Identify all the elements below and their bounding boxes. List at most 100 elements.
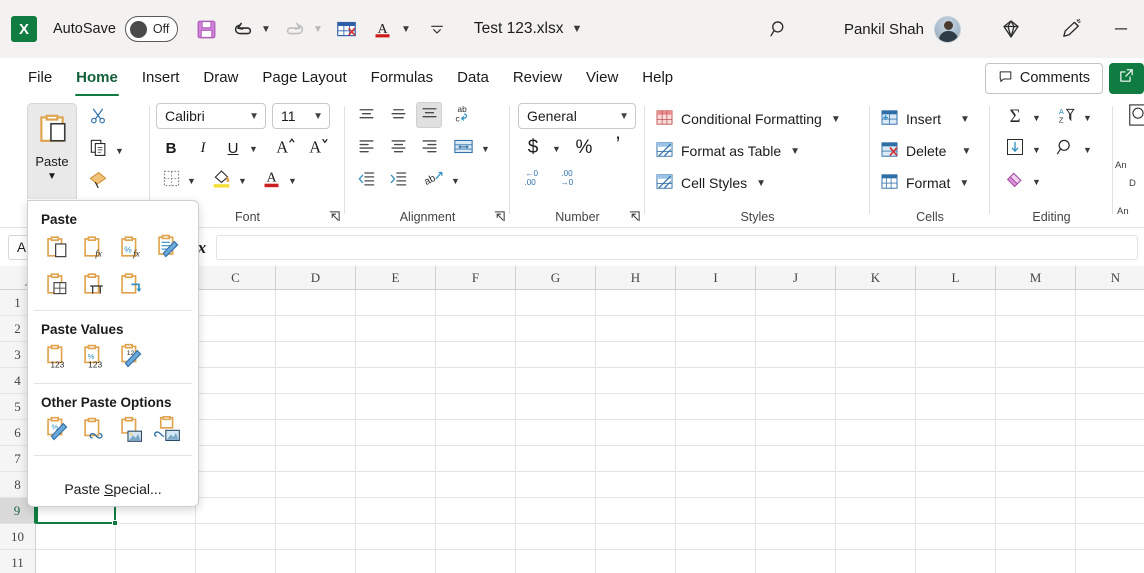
autosave-toggle[interactable]: Off bbox=[124, 16, 178, 42]
grid-cell[interactable] bbox=[1076, 498, 1144, 524]
grid-cell[interactable] bbox=[1076, 316, 1144, 342]
diamond-icon[interactable] bbox=[996, 14, 1026, 44]
decrease-indent-button[interactable] bbox=[353, 167, 379, 193]
chevron-down-icon[interactable]: ▼ bbox=[960, 114, 970, 125]
grid-cell[interactable] bbox=[1076, 290, 1144, 316]
grid-cell[interactable] bbox=[676, 316, 756, 342]
grid-cell[interactable] bbox=[196, 420, 276, 446]
grid-cell[interactable] bbox=[436, 316, 516, 342]
merge-dropdown-caret-icon[interactable]: ▼ bbox=[481, 144, 490, 154]
grid-cell[interactable] bbox=[676, 290, 756, 316]
grid-cell[interactable] bbox=[836, 316, 916, 342]
grid-cell[interactable] bbox=[356, 394, 436, 420]
grid-cell[interactable] bbox=[756, 446, 836, 472]
grid-cell[interactable] bbox=[916, 290, 996, 316]
grid-cell[interactable] bbox=[516, 368, 596, 394]
increase-font-size-button[interactable]: A bbox=[272, 135, 298, 161]
grid-cell[interactable] bbox=[596, 368, 676, 394]
grid-cell[interactable] bbox=[676, 446, 756, 472]
grid-cell[interactable] bbox=[916, 368, 996, 394]
formula-input[interactable] bbox=[216, 235, 1138, 260]
paste-values-button[interactable]: 123 bbox=[38, 343, 75, 374]
grid-cell[interactable] bbox=[356, 498, 436, 524]
grid-cell[interactable] bbox=[196, 550, 276, 573]
align-left-button[interactable] bbox=[353, 135, 379, 161]
grid-cell[interactable] bbox=[516, 550, 596, 573]
grid-cell[interactable] bbox=[196, 368, 276, 394]
grid-cell[interactable] bbox=[356, 472, 436, 498]
delete-cells-button[interactable]: Delete ▼ bbox=[880, 139, 971, 163]
grid-cell[interactable] bbox=[516, 316, 596, 342]
grid-cell[interactable] bbox=[516, 446, 596, 472]
font-color-button[interactable]: A bbox=[258, 167, 284, 193]
find-dropdown-caret-icon[interactable]: ▼ bbox=[1083, 145, 1092, 155]
align-right-button[interactable] bbox=[416, 135, 442, 161]
sort-and-filter-button[interactable]: A Z bbox=[1052, 104, 1078, 130]
tab-insert[interactable]: Insert bbox=[130, 61, 192, 95]
grid-cell[interactable] bbox=[516, 524, 596, 550]
grid-cell[interactable] bbox=[996, 550, 1076, 573]
format-cells-button[interactable]: Format ▼ bbox=[880, 171, 969, 195]
grid-cell[interactable] bbox=[276, 342, 356, 368]
format-as-table-button[interactable]: Format as Table ▼ bbox=[655, 139, 800, 163]
decrease-decimal-button[interactable]: .00 →0 bbox=[556, 166, 582, 192]
grid-cell[interactable] bbox=[676, 498, 756, 524]
paste-picture-button[interactable] bbox=[112, 416, 149, 447]
find-and-select-button[interactable] bbox=[1052, 136, 1078, 162]
grid-cell[interactable] bbox=[1076, 394, 1144, 420]
grid-cell[interactable] bbox=[836, 394, 916, 420]
table-delete-icon[interactable] bbox=[332, 14, 362, 44]
align-bottom-button[interactable] bbox=[416, 102, 442, 128]
wrap-text-button[interactable]: ab c bbox=[450, 103, 476, 129]
column-header-j[interactable]: J bbox=[756, 266, 836, 290]
cell-styles-button[interactable]: Cell Styles ▼ bbox=[655, 171, 766, 195]
autosum-button[interactable]: Σ bbox=[1002, 104, 1028, 130]
grid-cell[interactable] bbox=[1076, 472, 1144, 498]
grid-cell[interactable] bbox=[916, 342, 996, 368]
grid-cell[interactable] bbox=[276, 420, 356, 446]
grid-cell[interactable] bbox=[836, 420, 916, 446]
grid-cell[interactable] bbox=[356, 446, 436, 472]
increase-decimal-button[interactable]: ←0 .00 bbox=[520, 166, 546, 192]
grid-cell[interactable] bbox=[596, 394, 676, 420]
grid-cell[interactable] bbox=[436, 368, 516, 394]
copy-button[interactable] bbox=[85, 138, 111, 162]
grid-cell[interactable] bbox=[756, 524, 836, 550]
grid-cell[interactable] bbox=[276, 472, 356, 498]
grid-cell[interactable] bbox=[676, 472, 756, 498]
row-header-10[interactable]: 10 bbox=[0, 524, 36, 550]
grid-cell[interactable] bbox=[996, 524, 1076, 550]
font-size-combo[interactable]: 11 ▼ bbox=[272, 103, 330, 129]
font-color-dropdown-caret-icon[interactable]: ▼ bbox=[288, 176, 297, 186]
grid-cell[interactable] bbox=[756, 290, 836, 316]
increase-indent-button[interactable] bbox=[385, 167, 411, 193]
grid-cell[interactable] bbox=[196, 290, 276, 316]
document-title[interactable]: Test 123.xlsx bbox=[474, 20, 564, 38]
pen-draw-icon[interactable] bbox=[1056, 14, 1086, 44]
grid-cell[interactable] bbox=[996, 368, 1076, 394]
grid-cell[interactable] bbox=[916, 316, 996, 342]
borders-dropdown-caret-icon[interactable]: ▼ bbox=[187, 176, 196, 186]
grid-cell[interactable] bbox=[1076, 550, 1144, 573]
chevron-down-icon[interactable]: ▼ bbox=[619, 111, 629, 122]
font-color-dropdown-caret-icon[interactable]: ▼ bbox=[398, 14, 414, 44]
paste-values-number-formatting-button[interactable]: % 123 bbox=[75, 343, 112, 374]
tab-formulas[interactable]: Formulas bbox=[359, 61, 446, 95]
grid-cell[interactable] bbox=[436, 394, 516, 420]
grid-cell[interactable] bbox=[436, 498, 516, 524]
grid-cell[interactable] bbox=[836, 550, 916, 573]
grid-cell[interactable] bbox=[836, 446, 916, 472]
currency-button[interactable]: $ bbox=[520, 135, 546, 161]
insert-cells-button[interactable]: Insert ▼ bbox=[880, 107, 970, 131]
fill-color-button[interactable] bbox=[208, 167, 234, 193]
tab-review[interactable]: Review bbox=[501, 61, 574, 95]
font-color-icon[interactable]: A bbox=[368, 14, 398, 44]
share-button[interactable] bbox=[1109, 62, 1144, 94]
grid-cell[interactable] bbox=[676, 394, 756, 420]
customize-quick-access-icon[interactable] bbox=[422, 14, 452, 44]
align-middle-button[interactable] bbox=[385, 103, 411, 129]
grid-cell[interactable] bbox=[436, 342, 516, 368]
grid-cell[interactable] bbox=[836, 472, 916, 498]
grid-cell[interactable] bbox=[356, 368, 436, 394]
borders-button[interactable] bbox=[158, 167, 184, 193]
